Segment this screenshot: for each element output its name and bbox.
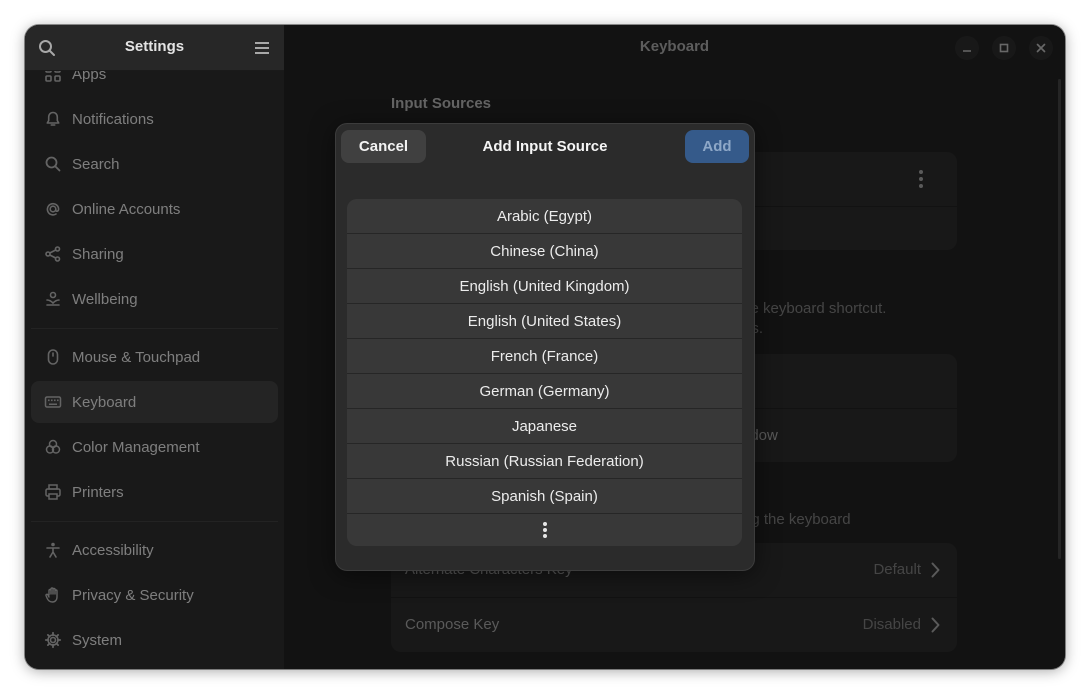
language-row-french-france[interactable]: French (France) <box>347 339 742 374</box>
language-row-chinese-china[interactable]: Chinese (China) <box>347 234 742 269</box>
add-button[interactable]: Add <box>685 130 749 163</box>
language-list: Arabic (Egypt) Chinese (China) English (… <box>347 199 742 546</box>
more-vertical-icon <box>542 522 547 538</box>
language-row-english-us[interactable]: English (United States) <box>347 304 742 339</box>
show-more-languages-button[interactable] <box>347 514 742 546</box>
language-row-spanish-spain[interactable]: Spanish (Spain) <box>347 479 742 514</box>
hamburger-menu-icon[interactable] <box>254 40 270 56</box>
language-row-arabic-egypt[interactable]: Arabic (Egypt) <box>347 199 742 234</box>
language-row-japanese[interactable]: Japanese <box>347 409 742 444</box>
sidebar-header: Settings <box>25 25 284 71</box>
language-row-russian[interactable]: Russian (Russian Federation) <box>347 444 742 479</box>
settings-window: Settings Apps Notifications Search Onlin… <box>25 25 1065 669</box>
language-row-german-germany[interactable]: German (Germany) <box>347 374 742 409</box>
sidebar-title: Settings <box>124 38 185 55</box>
add-input-source-dialog: Cancel Add Input Source Add Arabic (Egyp… <box>335 123 755 571</box>
language-row-english-uk[interactable]: English (United Kingdom) <box>347 269 742 304</box>
